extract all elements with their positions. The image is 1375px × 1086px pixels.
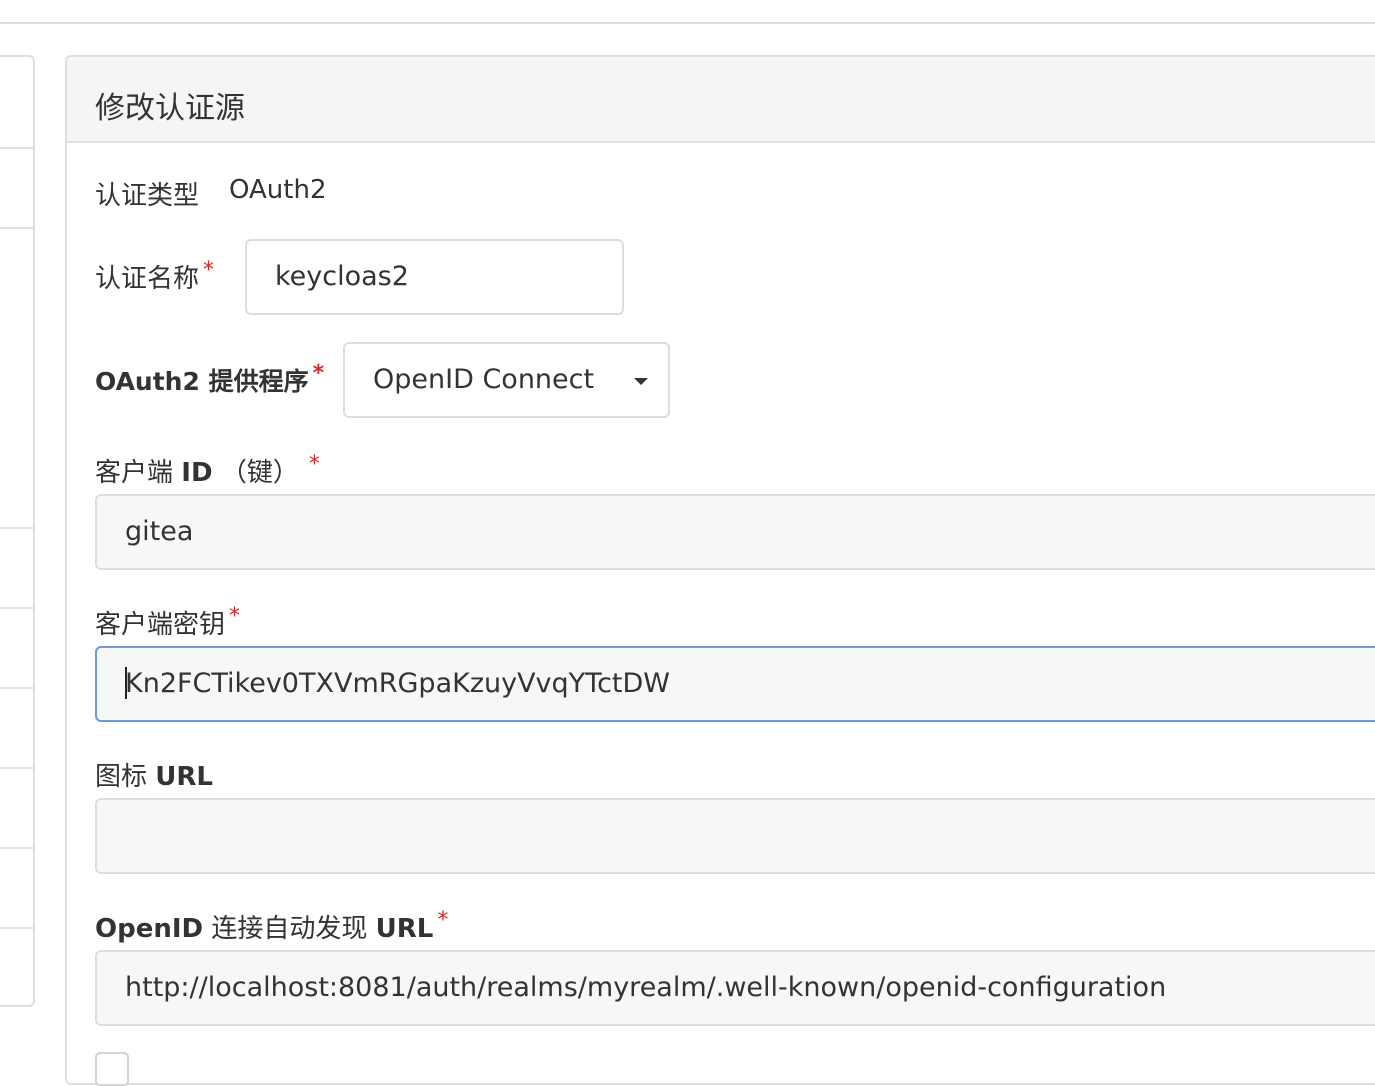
client-id-label-bold: ID xyxy=(181,458,213,488)
top-bar xyxy=(0,0,1375,24)
menu-divider xyxy=(0,847,33,849)
menu-divider xyxy=(0,767,33,769)
client-secret-label: 客户端密钥 * xyxy=(95,604,240,641)
required-marker: * xyxy=(437,908,449,933)
discovery-url-label-mid: 连接自动发现 xyxy=(211,914,368,944)
provider-select-value: OpenID Connect xyxy=(373,364,595,395)
discovery-url-label-bold1: OpenID xyxy=(95,914,204,944)
menu-divider xyxy=(0,607,33,609)
auth-name-label: 认证名称 * xyxy=(95,258,214,295)
client-secret-label-text: 客户端密钥 xyxy=(95,610,226,640)
required-marker: * xyxy=(203,258,215,283)
client-id-label-suffix: （键） xyxy=(220,458,299,488)
provider-label: OAuth2 提供程序 * xyxy=(95,361,325,398)
icon-url-input[interactable] xyxy=(95,798,1375,874)
discovery-url-label-bold2: URL xyxy=(375,914,434,944)
client-id-label: 客户端 ID （键） * xyxy=(95,452,320,489)
client-id-input-value: gitea xyxy=(125,516,194,547)
auth-name-label-text: 认证名称 xyxy=(95,264,200,294)
client-id-input[interactable]: gitea xyxy=(95,494,1375,570)
discovery-url-label: OpenID 连接自动发现 URL * xyxy=(95,908,448,945)
required-marker: * xyxy=(312,361,325,386)
provider-select[interactable]: OpenID Connect xyxy=(343,342,670,418)
discovery-url-input[interactable]: http://localhost:8081/auth/realms/myreal… xyxy=(95,950,1375,1026)
discovery-url-input-value: http://localhost:8081/auth/realms/myreal… xyxy=(125,972,1167,1003)
auth-type-label: 认证类型 xyxy=(95,181,200,211)
client-id-label-prefix: 客户端 xyxy=(95,458,174,488)
panel-header: 修改认证源 xyxy=(67,57,1375,143)
auth-name-input[interactable]: keycloas2 xyxy=(245,239,624,315)
auth-name-input-value: keycloas2 xyxy=(275,261,409,292)
panel-title: 修改认证源 xyxy=(95,91,245,126)
auth-type-value: OAuth2 xyxy=(229,175,327,205)
menu-divider xyxy=(0,227,33,229)
icon-url-label-prefix: 图标 xyxy=(95,762,148,792)
checkbox[interactable] xyxy=(95,1052,129,1086)
client-secret-input[interactable]: Kn2FCTikev0TXVmRGpaKzuyVvqYTctDW xyxy=(95,646,1375,722)
icon-url-label-bold: URL xyxy=(155,762,213,792)
menu-divider xyxy=(0,147,33,149)
required-marker: * xyxy=(308,452,320,477)
left-side-menu xyxy=(0,55,35,1007)
menu-divider xyxy=(0,527,33,529)
text-cursor xyxy=(125,666,127,699)
provider-label-text: OAuth2 提供程序 xyxy=(95,367,309,396)
icon-url-label: 图标 URL xyxy=(95,756,213,793)
client-secret-input-value: Kn2FCTikev0TXVmRGpaKzuyVvqYTctDW xyxy=(125,668,670,699)
required-marker: * xyxy=(229,604,241,629)
menu-divider xyxy=(0,687,33,689)
caret-down-icon xyxy=(634,378,648,385)
menu-divider xyxy=(0,927,33,929)
